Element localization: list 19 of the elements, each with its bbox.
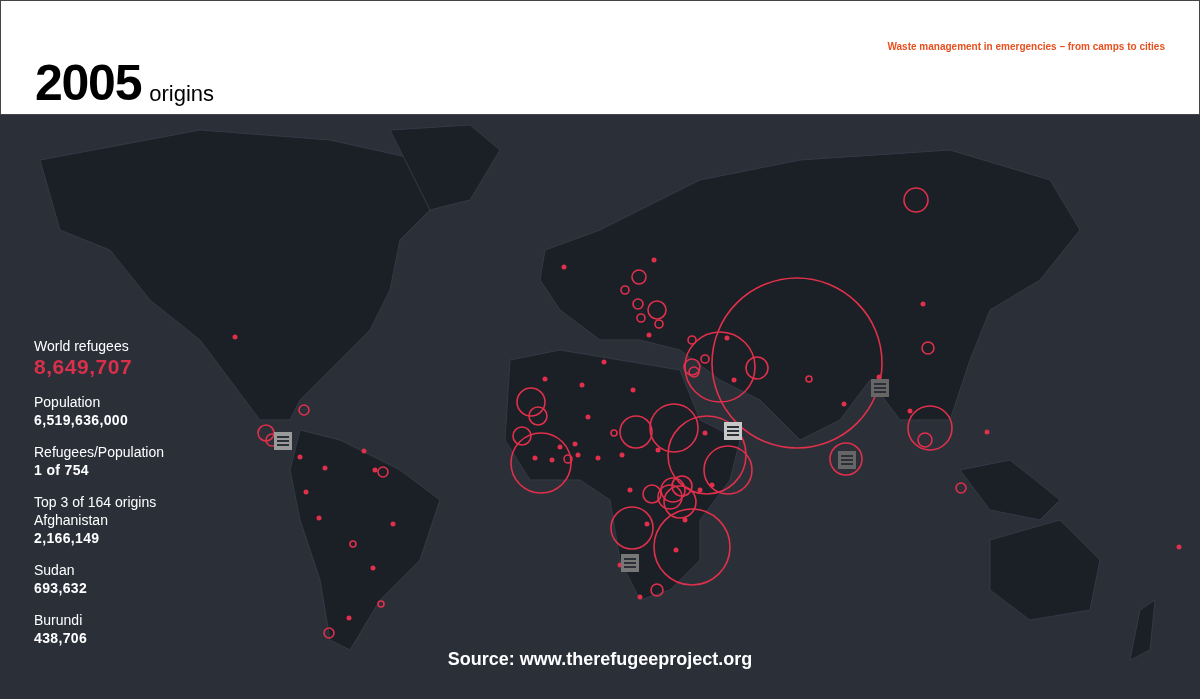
origin-name: Sudan: [34, 561, 75, 579]
origin-value: 693,632: [34, 579, 88, 597]
year-heading: 2005: [35, 58, 142, 108]
note-icon[interactable]: [724, 422, 742, 440]
origin-name: Afghanistan: [34, 511, 108, 529]
stat-value: 1 of 754: [34, 461, 89, 479]
origin-value: 2,166,149: [34, 529, 100, 547]
top-origins-heading: Top 3 of 164 origins: [34, 493, 157, 511]
origin-name: Burundi: [34, 611, 83, 629]
stat-value: 6,519,636,000: [34, 411, 129, 429]
stat-label: Refugees/Population: [34, 443, 164, 461]
stat-label: Population: [34, 393, 101, 411]
stat-value: 8,649,707: [34, 355, 133, 379]
stat-label: World refugees: [34, 337, 129, 355]
source-credit: Source: www.therefugeeproject.org: [447, 648, 753, 671]
subtitle: origins: [149, 83, 215, 108]
note-icon[interactable]: [274, 432, 292, 450]
origin-value: 438,706: [34, 629, 88, 647]
tagline: Waste management in emergencies – from camps to cities: [887, 41, 1165, 52]
